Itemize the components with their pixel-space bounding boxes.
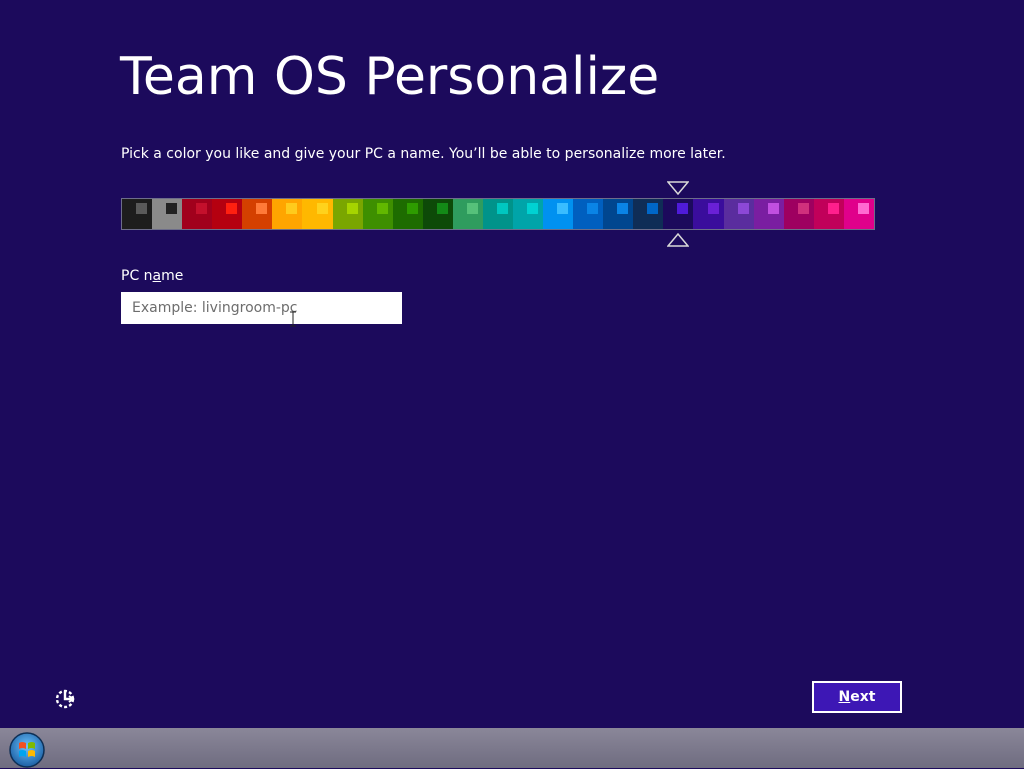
color-chip: [827, 203, 839, 214]
color-swatch-10[interactable]: [392, 199, 423, 229]
color-swatch-16[interactable]: [573, 199, 604, 229]
color-palette: [121, 198, 875, 230]
next-button-label: ext: [850, 689, 876, 705]
color-swatch-9[interactable]: [362, 199, 393, 229]
color-swatch-3[interactable]: [182, 199, 213, 229]
pc-name-label: PC name: [121, 267, 183, 285]
color-chip: [737, 203, 749, 214]
color-swatch-14[interactable]: [513, 199, 544, 229]
color-swatch-8[interactable]: [332, 199, 363, 229]
color-chip: [617, 203, 629, 214]
color-swatch-13[interactable]: [482, 199, 514, 229]
color-chip: [557, 203, 569, 214]
taskbar: [0, 728, 1024, 768]
color-swatch-21[interactable]: [723, 199, 754, 229]
pc-name-label-accesskey: a: [152, 268, 162, 284]
pc-name-input[interactable]: [121, 292, 402, 324]
color-swatch-22[interactable]: [753, 199, 784, 229]
color-chip: [316, 203, 328, 214]
color-swatch-1[interactable]: [122, 199, 153, 229]
color-swatch-23[interactable]: [783, 199, 814, 229]
color-chip: [196, 203, 208, 214]
color-chip: [256, 203, 268, 214]
color-chip: [797, 203, 809, 214]
instruction-text: Pick a color you like and give your PC a…: [121, 146, 726, 162]
color-chip: [527, 203, 539, 214]
pc-name-label-start: PC n: [121, 268, 153, 284]
color-chip: [346, 203, 358, 214]
color-chip: [226, 203, 238, 214]
color-swatch-15[interactable]: [543, 199, 574, 229]
color-chip: [677, 203, 689, 214]
color-swatch-6[interactable]: [272, 199, 303, 229]
color-swatch-25[interactable]: [843, 199, 874, 229]
color-chip: [497, 203, 509, 214]
selected-color-indicator-top: [667, 181, 689, 195]
color-chip: [286, 203, 298, 214]
color-swatch-12[interactable]: [452, 199, 483, 229]
color-chip: [857, 203, 869, 214]
color-chip: [376, 203, 388, 214]
color-chip: [707, 203, 719, 214]
selected-color-indicator-bottom: [667, 233, 689, 247]
pc-name-label-end: me: [161, 268, 184, 284]
color-chip: [466, 203, 478, 214]
color-chip: [647, 203, 659, 214]
color-swatch-2[interactable]: [152, 199, 183, 229]
next-button-accesskey: N: [838, 689, 851, 705]
color-swatch-7[interactable]: [302, 199, 333, 229]
color-swatch-5[interactable]: [242, 199, 273, 229]
color-chip: [136, 203, 148, 214]
color-swatch-11[interactable]: [422, 199, 453, 229]
color-swatch-20[interactable]: [693, 199, 724, 229]
color-chip: [166, 203, 178, 214]
color-swatch-19[interactable]: [663, 199, 694, 229]
color-swatch-4[interactable]: [212, 199, 243, 229]
color-swatch-24[interactable]: [813, 199, 844, 229]
color-chip: [436, 203, 448, 214]
page-title: Team OS Personalize: [120, 47, 660, 107]
color-chip: [767, 203, 779, 214]
color-swatch-17[interactable]: [603, 199, 634, 229]
color-swatch-18[interactable]: [633, 199, 664, 229]
start-button-icon[interactable]: [8, 731, 46, 769]
color-chip: [406, 203, 418, 214]
color-chip: [587, 203, 599, 214]
next-button[interactable]: Next: [812, 681, 902, 713]
ease-of-access-icon[interactable]: [52, 684, 80, 712]
text-cursor-icon: [290, 311, 296, 327]
